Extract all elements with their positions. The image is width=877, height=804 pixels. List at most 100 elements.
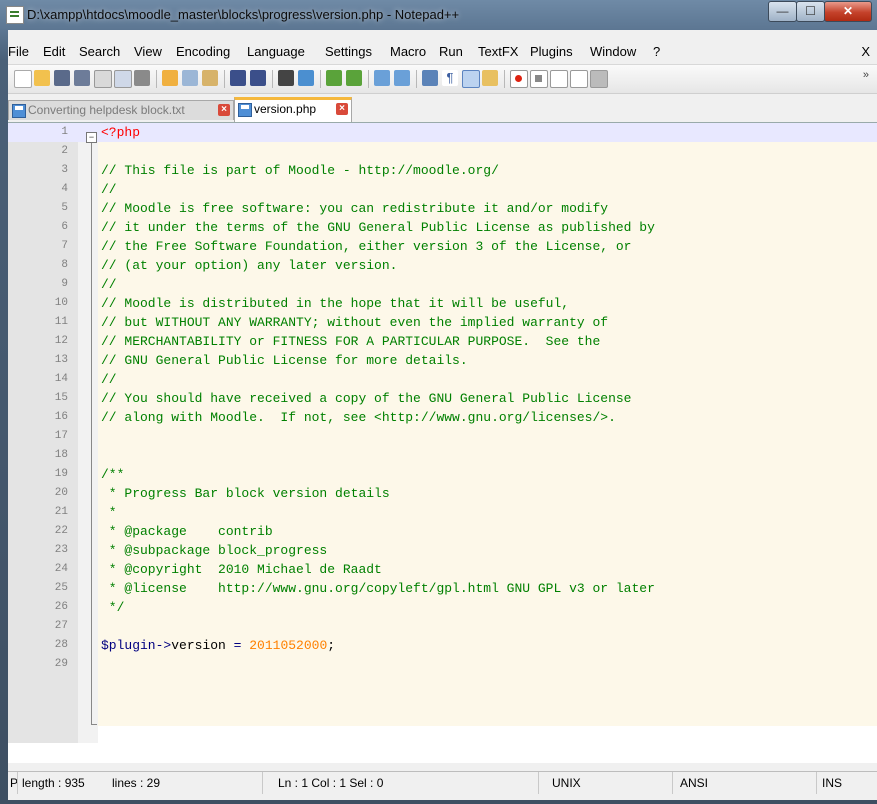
tab-version-php[interactable]: version.php × bbox=[234, 97, 352, 122]
stop-macro-icon[interactable] bbox=[530, 70, 548, 88]
code-line[interactable]: 7 // the Free Software Foundation, either… bbox=[8, 237, 877, 256]
word-wrap-icon[interactable] bbox=[422, 70, 438, 86]
record-macro-icon[interactable] bbox=[510, 70, 528, 88]
replace-icon[interactable] bbox=[298, 70, 314, 86]
code-line[interactable]: 20 * Progress Bar block version details bbox=[8, 484, 877, 503]
code-line[interactable]: 5 // Moodle is free software: you can red… bbox=[8, 199, 877, 218]
code-line[interactable]: 25 * @license http://www.gnu.org/copylef… bbox=[8, 579, 877, 598]
tab-close-icon[interactable]: × bbox=[336, 103, 348, 115]
save-all-icon[interactable] bbox=[74, 70, 90, 86]
open-file-icon[interactable] bbox=[34, 70, 50, 86]
status-encoding[interactable]: ANSI bbox=[676, 772, 817, 794]
code-line[interactable]: 1 <?php bbox=[8, 123, 877, 142]
tab-converting-helpdesk-block[interactable]: Converting helpdesk block.txt × bbox=[8, 100, 234, 120]
cut-icon[interactable] bbox=[162, 70, 178, 86]
menu-settings[interactable]: Settings bbox=[325, 44, 372, 59]
minimize-button[interactable]: — bbox=[768, 1, 797, 22]
menu-search[interactable]: Search bbox=[79, 44, 120, 59]
fold-toggle-icon[interactable]: − bbox=[86, 132, 97, 143]
find-icon[interactable] bbox=[278, 70, 294, 86]
line-number: 21 bbox=[54, 506, 68, 518]
tab-close-icon[interactable]: × bbox=[218, 104, 230, 116]
line-text: * bbox=[101, 505, 117, 520]
code-line[interactable]: 28 $plugin->version = 2011052000; bbox=[8, 636, 877, 655]
file-saved-icon bbox=[238, 103, 252, 117]
code-line[interactable]: 4 // bbox=[8, 180, 877, 199]
code-line[interactable]: 12 // MERCHANTABILITY or FITNESS FOR A PA… bbox=[8, 332, 877, 351]
close-icon[interactable] bbox=[94, 70, 112, 88]
code-line[interactable]: 6 // it under the terms of the GNU Genera… bbox=[8, 218, 877, 237]
toolbar-overflow-icon[interactable]: » bbox=[863, 69, 869, 81]
menu-encoding[interactable]: Encoding bbox=[176, 44, 230, 59]
status-length: length : 935 bbox=[22, 776, 85, 790]
title-bar[interactable]: D:\xampp\htdocs\moodle_master\blocks\pro… bbox=[0, 0, 877, 30]
zoom-out-icon[interactable] bbox=[346, 70, 362, 86]
code-line[interactable]: 15 // You should have received a copy of … bbox=[8, 389, 877, 408]
print-icon[interactable] bbox=[134, 70, 150, 86]
status-insert-mode[interactable]: INS bbox=[818, 772, 872, 794]
line-number: 1 bbox=[61, 126, 68, 138]
menu-macro[interactable]: Macro bbox=[390, 44, 426, 59]
code-line[interactable]: 10 // Moodle is distributed in the hope t… bbox=[8, 294, 877, 313]
code-line[interactable]: 16 // along with Moodle. If not, see <htt… bbox=[8, 408, 877, 427]
indent-guide-icon[interactable] bbox=[462, 70, 480, 88]
code-line[interactable]: 26 */ bbox=[8, 598, 877, 617]
line-number: 24 bbox=[54, 563, 68, 575]
doc-map-icon[interactable] bbox=[482, 70, 498, 86]
line-number: 16 bbox=[54, 411, 68, 423]
show-all-chars-icon[interactable]: ¶ bbox=[442, 70, 458, 86]
line-text: /** bbox=[101, 467, 125, 482]
menu-window[interactable]: Window bbox=[590, 44, 636, 59]
menu-file[interactable]: File bbox=[8, 44, 29, 59]
code-line[interactable]: 8 // (at your option) any later version. bbox=[8, 256, 877, 275]
code-line[interactable]: 9 // bbox=[8, 275, 877, 294]
notepad-plus-plus-app-icon[interactable] bbox=[6, 6, 24, 24]
menu-plugins[interactable]: Plugins bbox=[530, 44, 573, 59]
code-line[interactable]: 14 // bbox=[8, 370, 877, 389]
zoom-in-icon[interactable] bbox=[326, 70, 342, 86]
close-all-icon[interactable] bbox=[114, 70, 132, 88]
code-line[interactable]: 2 bbox=[8, 142, 877, 161]
paste-icon[interactable] bbox=[202, 70, 218, 86]
code-line[interactable]: 13 // GNU General Public License for more… bbox=[8, 351, 877, 370]
code-line[interactable]: 18 bbox=[8, 446, 877, 465]
save-macro-icon[interactable] bbox=[590, 70, 608, 88]
code-line[interactable]: 22 * @package contrib bbox=[8, 522, 877, 541]
sync-v-icon[interactable] bbox=[374, 70, 390, 86]
undo-icon[interactable] bbox=[230, 70, 246, 86]
code-editor[interactable]: 1 <?php 2 3// This file is part of Moodle -… bbox=[8, 122, 877, 763]
menu-language[interactable]: Language bbox=[247, 44, 305, 59]
menu-textfx[interactable]: TextFX bbox=[478, 44, 518, 59]
code-line[interactable]: 17 bbox=[8, 427, 877, 446]
code-line[interactable]: 19 /** bbox=[8, 465, 877, 484]
line-number: 13 bbox=[54, 354, 68, 366]
fold-end bbox=[91, 724, 97, 725]
menu-run[interactable]: Run bbox=[439, 44, 463, 59]
line-number: 25 bbox=[54, 582, 68, 594]
play-macro-icon[interactable] bbox=[550, 70, 568, 88]
line-number: 9 bbox=[61, 278, 68, 290]
menu-help[interactable]: ? bbox=[653, 44, 660, 59]
run-macro-multiple-icon[interactable] bbox=[570, 70, 588, 88]
menu-edit[interactable]: Edit bbox=[43, 44, 65, 59]
close-window-button[interactable]: ✕ bbox=[824, 1, 872, 22]
code-line[interactable]: 11 // but WITHOUT ANY WARRANTY; without e… bbox=[8, 313, 877, 332]
redo-icon[interactable] bbox=[250, 70, 266, 86]
code-line[interactable]: 24 * @copyright 2010 Michael de Raadt bbox=[8, 560, 877, 579]
menu-view[interactable]: View bbox=[134, 44, 162, 59]
maximize-button[interactable]: ☐ bbox=[796, 1, 825, 22]
new-file-icon[interactable] bbox=[14, 70, 32, 88]
code-line[interactable]: 27 bbox=[8, 617, 877, 636]
line-text: // bbox=[101, 372, 117, 387]
sync-h-icon[interactable] bbox=[394, 70, 410, 86]
close-document-button[interactable]: X bbox=[861, 44, 870, 59]
code-line[interactable]: 29 bbox=[8, 655, 877, 674]
line-number: 8 bbox=[61, 259, 68, 271]
status-eol[interactable]: UNIX bbox=[548, 772, 673, 794]
code-line[interactable]: 3 // This file is part of Moodle - http:/… bbox=[8, 161, 877, 180]
code-line[interactable]: 23 * @subpackage block_progress bbox=[8, 541, 877, 560]
toolbar-separator bbox=[224, 70, 225, 88]
copy-icon[interactable] bbox=[182, 70, 198, 86]
save-icon[interactable] bbox=[54, 70, 70, 86]
code-line[interactable]: 21 * bbox=[8, 503, 877, 522]
